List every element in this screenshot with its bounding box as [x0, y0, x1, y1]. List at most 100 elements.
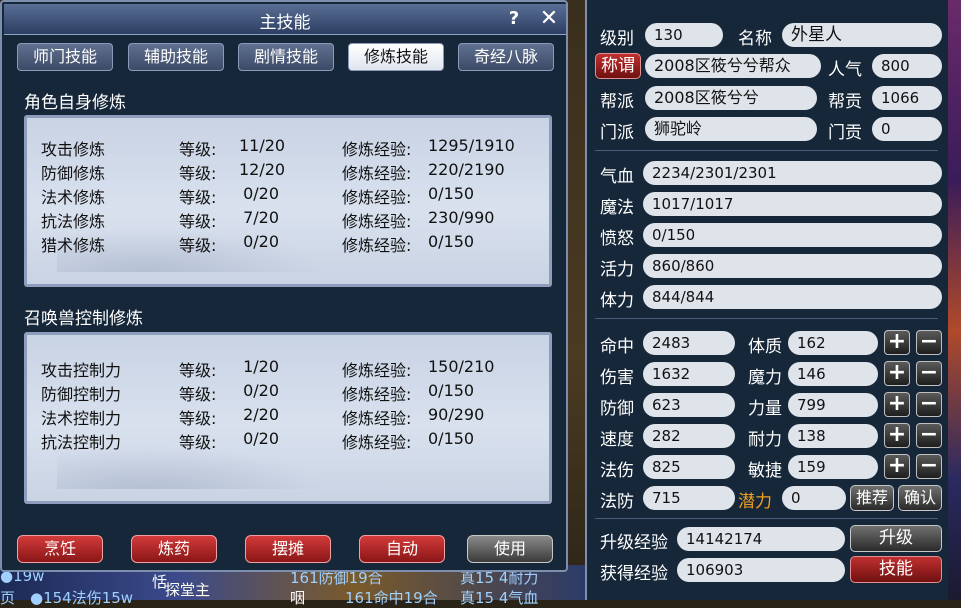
vitality-label: 活力	[600, 260, 634, 280]
tab-story-skills[interactable]: 剧情技能	[238, 43, 334, 71]
spell-damage-field: 825	[643, 455, 735, 479]
popularity-label: 人气	[828, 60, 862, 80]
row-name: 攻击控制力	[41, 361, 122, 380]
bg-text: 探堂主	[165, 581, 211, 599]
row-level-label: 等级:	[179, 409, 217, 428]
guild-field: 2008区筱兮兮	[645, 86, 817, 110]
divider	[595, 150, 938, 151]
bg-text: 真15 4气血	[460, 589, 539, 607]
tab-cultivation-skills[interactable]: 修炼技能	[348, 43, 444, 71]
row-exp-label: 修炼经验:	[342, 236, 412, 255]
endurance-label: 耐力	[748, 430, 782, 450]
stamina-field: 844/844	[643, 285, 942, 309]
row-level-label: 等级:	[179, 188, 217, 207]
constitution-plus-button[interactable]: +	[884, 330, 910, 355]
skills-button[interactable]: 技能	[850, 556, 942, 583]
strength-minus-button[interactable]: −	[916, 392, 942, 417]
row-level: 2/20	[243, 405, 279, 424]
recommend-button[interactable]: 推荐	[850, 485, 894, 511]
row-exp: 90/290	[428, 405, 485, 424]
row-exp-label: 修炼经验:	[342, 188, 412, 207]
defense-field: 623	[643, 393, 735, 417]
auto-button[interactable]: 自动	[359, 535, 445, 563]
pet-cultivation-title: 召唤兽控制修炼	[24, 309, 143, 329]
title-field: 2008区筱兮兮帮众	[645, 54, 821, 78]
magic-power-label: 魔力	[748, 368, 782, 388]
upgrade-button[interactable]: 升级	[850, 525, 942, 552]
sect-contribution-field: 0	[872, 117, 942, 141]
spell-damage-label: 法伤	[600, 461, 634, 481]
strength-plus-button[interactable]: +	[884, 392, 910, 417]
bg-text: 161命中19合	[345, 589, 438, 607]
hp-label: 气血	[600, 167, 634, 187]
row-exp-label: 修炼经验:	[342, 164, 412, 183]
row-exp-label: 修炼经验:	[342, 409, 412, 428]
divider	[595, 518, 938, 519]
confirm-button[interactable]: 确认	[898, 485, 942, 511]
row-level: 1/20	[243, 357, 279, 376]
sect-label: 门派	[600, 123, 634, 143]
row-exp-label: 修炼经验:	[342, 140, 412, 159]
level-field: 130	[645, 23, 723, 47]
guild-label: 帮派	[600, 92, 634, 112]
row-name: 法术控制力	[41, 409, 122, 428]
name-field: 外星人	[782, 23, 942, 47]
cooking-button[interactable]: 烹饪	[17, 535, 103, 563]
bg-text: ●154法伤15w	[30, 589, 134, 607]
row-exp: 220/2190	[428, 160, 505, 179]
defense-label: 防御	[600, 399, 634, 419]
strength-label: 力量	[748, 399, 782, 419]
title-bar[interactable]: 主技能 ? ✕	[4, 4, 566, 35]
row-exp: 150/210	[428, 357, 495, 376]
row-name: 防御控制力	[41, 385, 122, 404]
stall-button[interactable]: 摆摊	[245, 535, 331, 563]
row-exp: 0/150	[428, 429, 475, 448]
row-exp: 0/150	[428, 232, 475, 251]
help-button[interactable]: ?	[504, 8, 524, 30]
popularity-field: 800	[872, 54, 942, 78]
row-level: 12/20	[239, 160, 286, 179]
endurance-field: 138	[788, 424, 878, 448]
row-exp: 230/990	[428, 208, 495, 227]
stamina-label: 体力	[600, 291, 634, 311]
mp-label: 魔法	[600, 198, 634, 218]
agility-plus-button[interactable]: +	[884, 454, 910, 479]
tab-sect-skills[interactable]: 师门技能	[17, 43, 113, 71]
row-level: 0/20	[243, 381, 279, 400]
alchemy-button[interactable]: 炼药	[131, 535, 217, 563]
magic-power-minus-button[interactable]: −	[916, 361, 942, 386]
endurance-plus-button[interactable]: +	[884, 423, 910, 448]
row-exp: 1295/1910	[428, 136, 515, 155]
row-exp-label: 修炼经验:	[342, 361, 412, 380]
row-exp: 0/150	[428, 184, 475, 203]
gained-exp-field: 106903	[677, 558, 845, 582]
title-button[interactable]: 称谓	[595, 53, 641, 79]
magic-power-plus-button[interactable]: +	[884, 361, 910, 386]
self-cultivation-panel: 攻击修炼 等级: 11/20 修炼经验: 1295/1910 防御修炼 等级: …	[24, 115, 552, 287]
rage-field: 0/150	[643, 223, 942, 247]
row-level-label: 等级:	[179, 140, 217, 159]
close-button[interactable]: ✕	[537, 6, 561, 32]
pet-cultivation-panel: 攻击控制力 等级: 1/20 修炼经验: 150/210 防御控制力 等级: 0…	[24, 332, 552, 504]
rage-label: 愤怒	[600, 229, 634, 249]
accuracy-label: 命中	[600, 337, 634, 357]
row-name: 法术修炼	[41, 188, 106, 207]
guild-contribution-field: 1066	[872, 86, 942, 110]
constitution-minus-button[interactable]: −	[916, 330, 942, 355]
bg-text: 咽	[290, 589, 306, 607]
name-label: 名称	[738, 29, 772, 49]
skill-window: 主技能 ? ✕ 师门技能 辅助技能 剧情技能 修炼技能 奇经八脉 角色自身修炼 …	[0, 0, 568, 572]
speed-field: 282	[643, 424, 735, 448]
constitution-label: 体质	[748, 337, 782, 357]
use-button[interactable]: 使用	[467, 535, 553, 563]
gained-exp-label: 获得经验	[600, 564, 668, 584]
row-exp-label: 修炼经验:	[342, 212, 412, 231]
tab-meridians[interactable]: 奇经八脉	[458, 43, 554, 71]
damage-field: 1632	[643, 362, 735, 386]
row-level-label: 等级:	[179, 433, 217, 452]
tab-support-skills[interactable]: 辅助技能	[128, 43, 224, 71]
strength-field: 799	[788, 393, 878, 417]
window-title: 主技能	[259, 13, 311, 33]
agility-minus-button[interactable]: −	[916, 454, 942, 479]
endurance-minus-button[interactable]: −	[916, 423, 942, 448]
